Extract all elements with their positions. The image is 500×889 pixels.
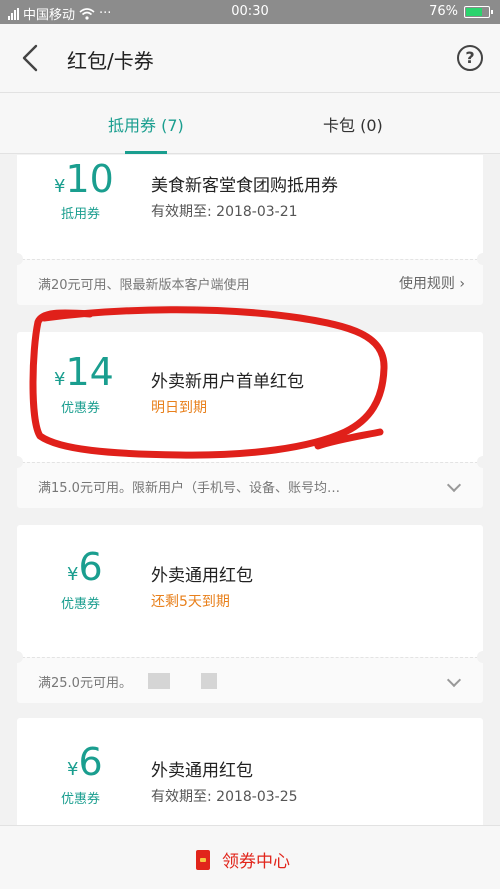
help-button[interactable]: ? bbox=[457, 45, 483, 71]
coupon-condition: 满15.0元可用。限新用户（手机号、设备、账号均… bbox=[38, 481, 340, 496]
card-notch bbox=[477, 456, 489, 468]
coupon-amount: ¥6 bbox=[67, 740, 103, 784]
redacted-block bbox=[201, 673, 217, 689]
coupon-card[interactable]: ¥6 优惠券 外卖通用红包 有效期至: 2018-03-25 bbox=[17, 718, 483, 825]
usage-rules-link[interactable]: 使用规则 › bbox=[399, 273, 465, 293]
page-title: 红包/卡券 bbox=[67, 49, 154, 73]
coupon-type: 优惠券 bbox=[61, 597, 101, 612]
coupon-footer[interactable]: 满20元可用、限最新版本客户端使用 使用规则 › bbox=[17, 259, 483, 305]
coupon-type: 优惠券 bbox=[61, 401, 101, 416]
tab-card-pack[interactable]: 卡包 (0) bbox=[323, 112, 383, 136]
coupon-condition: 满25.0元可用。 bbox=[38, 676, 132, 691]
coupon-card[interactable]: ¥14 优惠券 外卖新用户首单红包 明日到期 满15.0元可用。限新用户（手机号… bbox=[11, 332, 489, 508]
chevron-down-icon[interactable] bbox=[446, 672, 462, 688]
coupon-condition: 满20元可用、限最新版本客户端使用 bbox=[38, 278, 250, 293]
active-tab-indicator bbox=[125, 151, 167, 154]
redacted-block bbox=[148, 673, 170, 689]
coupon-name: 美食新客堂食团购抵用券 bbox=[151, 176, 338, 196]
tab-coupons[interactable]: 抵用券 (7) bbox=[108, 112, 184, 136]
back-button[interactable] bbox=[16, 42, 48, 74]
chevron-down-icon[interactable] bbox=[446, 477, 462, 493]
coupon-list[interactable]: ¥10 抵用券 美食新客堂食团购抵用券 有效期至: 2018-03-21 满20… bbox=[0, 155, 500, 825]
card-notch bbox=[11, 253, 23, 265]
question-circle-icon: ? bbox=[465, 48, 475, 67]
ticket-icon bbox=[196, 849, 210, 870]
coupon-card[interactable]: ¥6 优惠券 外卖通用红包 还剩5天到期 满25.0元可用。 bbox=[11, 525, 489, 703]
coupon-name: 外卖通用红包 bbox=[151, 761, 253, 781]
coupon-type: 优惠券 bbox=[61, 792, 101, 807]
card-notch bbox=[477, 651, 489, 663]
card-notch bbox=[11, 651, 23, 663]
tab-bar: 抵用券 (7) 卡包 (0) bbox=[0, 92, 500, 154]
coupon-expiry: 还剩5天到期 bbox=[151, 594, 230, 610]
card-notch bbox=[477, 253, 489, 265]
chevron-left-icon bbox=[22, 44, 38, 72]
coupon-center-button[interactable]: 领券中心 bbox=[0, 825, 500, 889]
coupon-card[interactable]: ¥10 抵用券 美食新客堂食团购抵用券 有效期至: 2018-03-21 满20… bbox=[11, 155, 489, 305]
coupon-center-label: 领券中心 bbox=[222, 852, 290, 872]
coupon-amount: ¥6 bbox=[67, 545, 103, 589]
battery-icon bbox=[464, 5, 493, 18]
coupon-expiry: 明日到期 bbox=[151, 400, 207, 416]
card-notch bbox=[11, 456, 23, 468]
status-time: 00:30 bbox=[231, 4, 269, 19]
coupon-amount: ¥14 bbox=[54, 350, 114, 394]
coupon-footer[interactable]: 满25.0元可用。 bbox=[17, 657, 483, 703]
status-bar: 中国移动 ··· 00:30 76% bbox=[0, 0, 500, 24]
nav-bar: 红包/卡券 ? bbox=[0, 24, 500, 92]
battery-percent: 76% bbox=[429, 4, 458, 19]
coupon-type: 抵用券 bbox=[61, 207, 101, 222]
coupon-footer[interactable]: 满15.0元可用。限新用户（手机号、设备、账号均… bbox=[17, 462, 483, 508]
coupon-name: 外卖新用户首单红包 bbox=[151, 372, 304, 392]
coupon-expiry: 有效期至: 2018-03-21 bbox=[151, 204, 298, 220]
coupon-amount: ¥10 bbox=[54, 157, 114, 201]
coupon-name: 外卖通用红包 bbox=[151, 566, 253, 586]
coupon-expiry: 有效期至: 2018-03-25 bbox=[151, 789, 298, 805]
